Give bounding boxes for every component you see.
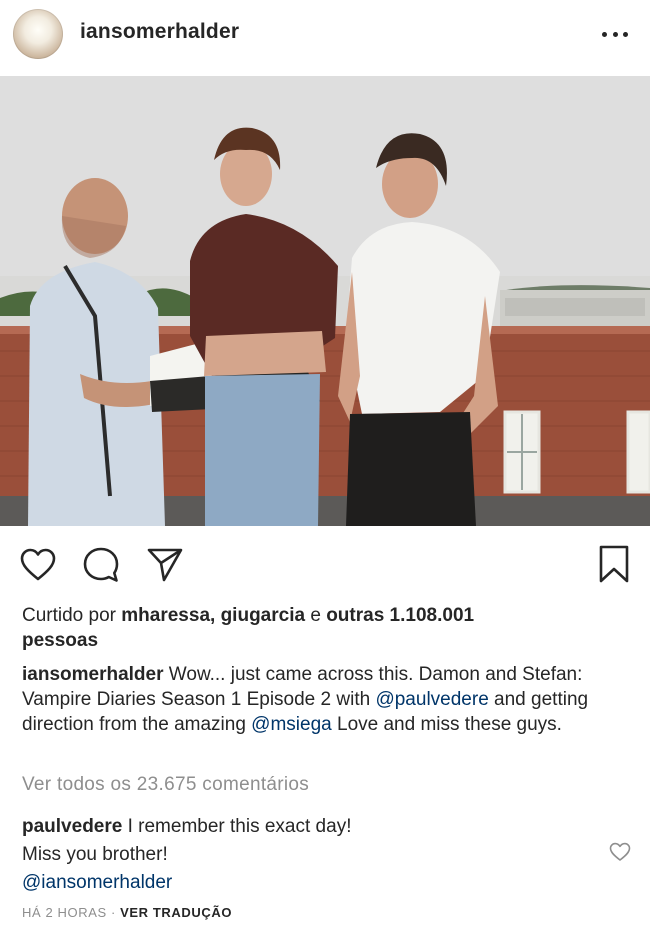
likes-others-count[interactable]: outras 1.108.001	[326, 605, 474, 626]
more-horizontal-icon[interactable]	[598, 22, 632, 46]
photo-illustration	[0, 76, 650, 526]
comment-text: I remember this exact day!	[127, 816, 352, 837]
view-all-comments-link[interactable]: Ver todos os 23.675 comentários	[22, 774, 309, 796]
likes-conjunction: e	[310, 605, 321, 626]
post-footer: HÁ 2 HORAS · VER TRADUÇÃO	[22, 905, 232, 920]
avatar[interactable]	[13, 9, 63, 59]
post-actions	[0, 540, 650, 590]
liker-username[interactable]: giugarcia	[221, 605, 305, 626]
comment-like-heart-icon[interactable]	[609, 842, 631, 862]
comment-icon[interactable]	[82, 546, 120, 584]
bookmark-icon[interactable]	[598, 544, 630, 584]
post-timestamp: HÁ 2 HORAS	[22, 905, 107, 920]
likes-summary: Curtido por mharessa, giugarcia e outras…	[22, 605, 475, 651]
post-caption: iansomerhalder Wow... just came across t…	[22, 662, 632, 737]
footer-separator: ·	[110, 905, 116, 920]
send-icon[interactable]	[146, 546, 184, 584]
liker-username[interactable]: mharessa	[121, 605, 210, 626]
caption-username[interactable]: iansomerhalder	[22, 664, 164, 685]
caption-text: Love and miss these guys.	[337, 714, 562, 735]
caption-mention[interactable]: @msiega	[251, 714, 332, 735]
likes-prefix: Curtido por	[22, 605, 116, 626]
comment: paulvedere I remember this exact day! Mi…	[22, 813, 582, 897]
post-author-username[interactable]: iansomerhalder	[80, 20, 239, 44]
comment-username[interactable]: paulvedere	[22, 816, 122, 837]
comment-text: Miss you brother!	[22, 844, 168, 865]
post-photo[interactable]	[0, 76, 650, 526]
see-translation-button[interactable]: VER TRADUÇÃO	[120, 905, 232, 920]
likes-suffix[interactable]: pessoas	[22, 630, 98, 651]
caption-mention[interactable]: @paulvedere	[375, 689, 488, 710]
comment-mention[interactable]: @iansomerhalder	[22, 872, 172, 893]
heart-icon[interactable]	[20, 548, 56, 582]
post-header: iansomerhalder	[0, 0, 650, 76]
